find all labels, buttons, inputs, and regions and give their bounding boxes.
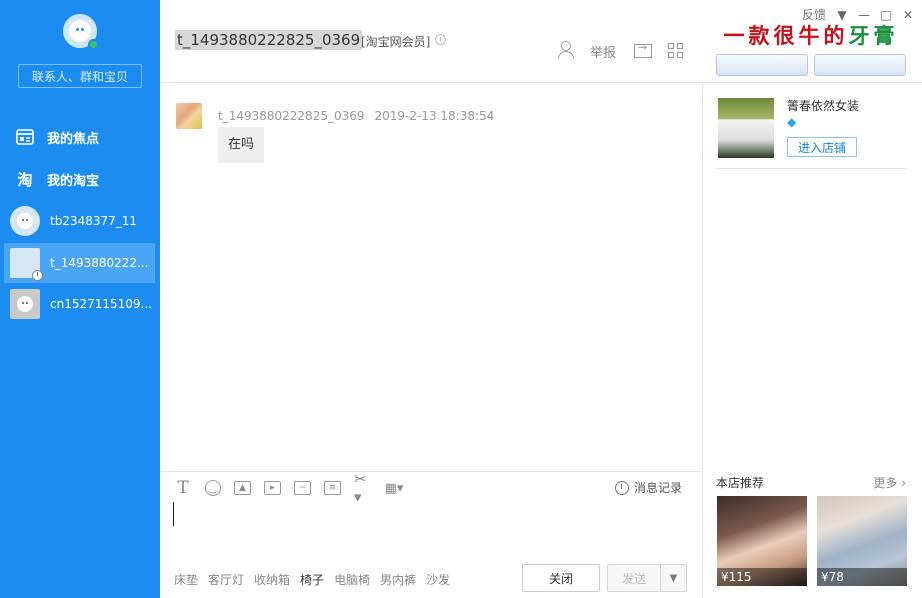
- nav-my-taobao[interactable]: 淘 我的淘宝: [0, 159, 160, 199]
- input-area: T ‿ ▲ ▸ ~ ≡ ✂▾ ▦▾ 消息记录 床垫 客厅灯 收纳箱 椅子 电脑椅…: [160, 470, 702, 598]
- divider: [715, 168, 907, 169]
- clock-icon[interactable]: [435, 34, 446, 45]
- close-window-icon[interactable]: ✕: [902, 9, 914, 21]
- member-tag: [淘宝网会员]: [361, 35, 431, 49]
- maximize-icon[interactable]: □: [880, 9, 892, 21]
- sidebar: 联系人、群和宝贝 我的焦点 淘 我的淘宝 tb2348377_11 t_1493…: [0, 0, 160, 598]
- shop-image[interactable]: [718, 98, 774, 158]
- message-history-label: 消息记录: [633, 481, 682, 495]
- diamond-icon: ◆: [787, 115, 797, 129]
- feedback-link[interactable]: 反馈: [802, 6, 826, 23]
- send-button[interactable]: 发送 ▼: [607, 564, 687, 592]
- share-icon[interactable]: [634, 41, 652, 58]
- product-card[interactable]: ¥78: [817, 496, 907, 586]
- contact-name: t_1493880222...: [50, 256, 149, 270]
- default-avatar-icon: [17, 213, 33, 229]
- shop-panel: 箐春依然女装 ◆ 进入店铺 本店推荐 更多 › ¥115 ¥78: [702, 84, 922, 598]
- contact-avatar: [10, 289, 40, 319]
- screen-capture-icon[interactable]: ~: [294, 481, 311, 495]
- message-time: 2019-2-13 18:38:54: [374, 109, 495, 123]
- history-clock-icon: [614, 480, 629, 495]
- message-bubble: 在吗: [218, 127, 265, 163]
- search-input[interactable]: 联系人、群和宝贝: [18, 64, 142, 88]
- tag-item[interactable]: 椅子: [300, 571, 324, 588]
- tag-item[interactable]: 床垫: [174, 571, 198, 588]
- self-avatar[interactable]: [63, 14, 99, 50]
- tag-item[interactable]: 电脑椅: [334, 571, 370, 588]
- focus-icon: [15, 127, 35, 147]
- input-toolbar: T ‿ ▲ ▸ ~ ≡ ✂▾ ▦▾: [174, 470, 404, 506]
- window-controls: 反馈 ▼ — □ ✕: [802, 6, 914, 23]
- contact-item-tb2348377[interactable]: tb2348377_11: [4, 201, 155, 241]
- send-label: 发送: [621, 571, 646, 586]
- contact-item-cn1527115109[interactable]: cn1527115109...: [4, 284, 155, 324]
- clock-badge-icon: [32, 270, 43, 281]
- message-sender: t_1493880222825_0369: [218, 109, 365, 123]
- message-avatar[interactable]: [176, 103, 202, 129]
- nav-my-focus-label: 我的焦点: [47, 131, 100, 147]
- close-button[interactable]: 关闭: [522, 564, 600, 592]
- grid-apps-icon[interactable]: [668, 43, 684, 59]
- minimize-icon[interactable]: —: [858, 9, 870, 21]
- nav-my-taobao-label: 我的淘宝: [47, 173, 100, 189]
- tag-item[interactable]: 沙发: [426, 571, 450, 588]
- ad-banner[interactable]: 一款很牛的牙膏: [716, 24, 906, 84]
- shop-name[interactable]: 箐春依然女装: [787, 97, 859, 114]
- contact-item-t1493880222[interactable]: t_1493880222...: [4, 243, 155, 283]
- chat-title[interactable]: t_1493880222825_0369: [175, 30, 363, 50]
- product-price: ¥78: [817, 568, 907, 586]
- online-status-icon: [88, 39, 99, 50]
- product-price: ¥115: [717, 568, 807, 586]
- contact-name: tb2348377_11: [50, 214, 138, 228]
- toothpaste-tube-image: [716, 54, 808, 76]
- tag-item[interactable]: 客厅灯: [208, 571, 244, 588]
- message-history-button[interactable]: 消息记录: [614, 479, 682, 496]
- ad-headline: 一款很牛的牙膏: [716, 24, 906, 48]
- emoji-icon[interactable]: ‿: [205, 480, 221, 496]
- menu-dropdown-icon[interactable]: ▼: [836, 9, 848, 21]
- tag-item[interactable]: 收纳箱: [254, 571, 290, 588]
- recommend-title: 本店推荐: [716, 476, 765, 490]
- hot-tags: 床垫 客厅灯 收纳箱 椅子 电脑椅 男内裤 沙发: [174, 571, 450, 588]
- message-meta: t_1493880222825_0369 2019-2-13 18:38:54: [218, 109, 494, 123]
- default-avatar-icon: [17, 296, 33, 312]
- comment-icon[interactable]: ≡: [324, 481, 341, 495]
- toothpaste-tube-image: [814, 54, 906, 76]
- add-contact-icon[interactable]: [558, 40, 576, 60]
- product-card[interactable]: ¥115: [717, 496, 807, 586]
- send-options-dropdown-icon[interactable]: ▼: [660, 565, 686, 591]
- ad-headline-red: 一款很牛的: [723, 23, 849, 48]
- avatar-face-icon: [69, 20, 91, 42]
- more-link[interactable]: 更多 ›: [873, 474, 906, 491]
- image-icon[interactable]: ▲: [234, 481, 251, 495]
- enter-shop-button[interactable]: 进入店铺: [787, 137, 857, 157]
- contact-avatar: [10, 248, 43, 281]
- chat-messages[interactable]: t_1493880222825_0369 2019-2-13 18:38:54 在…: [160, 84, 702, 471]
- taobao-icon: 淘: [17, 170, 33, 189]
- text-cursor[interactable]: [173, 502, 174, 526]
- ad-product-image: [716, 54, 906, 76]
- nav-my-focus[interactable]: 我的焦点: [0, 117, 160, 157]
- font-icon[interactable]: T: [174, 478, 192, 498]
- chevron-right-icon: ›: [901, 476, 906, 490]
- contact-name: cn1527115109...: [50, 297, 152, 311]
- contact-avatar: [10, 206, 40, 236]
- scissors-icon[interactable]: ✂▾: [354, 470, 372, 506]
- tag-item[interactable]: 男内裤: [380, 571, 416, 588]
- folder-icon[interactable]: ▸: [264, 481, 281, 495]
- calculator-icon[interactable]: ▦▾: [385, 479, 404, 497]
- report-button[interactable]: 举报: [590, 42, 616, 61]
- more-label: 更多: [873, 476, 898, 490]
- ad-headline-green: 牙膏: [848, 23, 899, 48]
